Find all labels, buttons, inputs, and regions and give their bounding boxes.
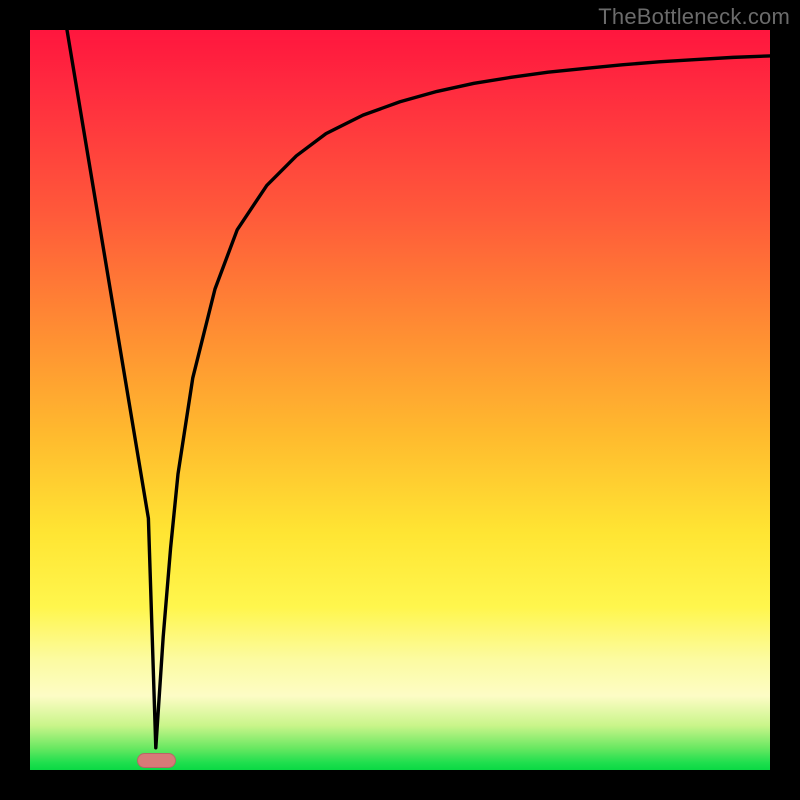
optimal-marker: [137, 753, 176, 768]
curve-path: [67, 30, 770, 748]
plot-area: [30, 30, 770, 770]
watermark-text: TheBottleneck.com: [598, 4, 790, 30]
bottleneck-curve: [30, 30, 770, 770]
chart-frame: TheBottleneck.com: [0, 0, 800, 800]
